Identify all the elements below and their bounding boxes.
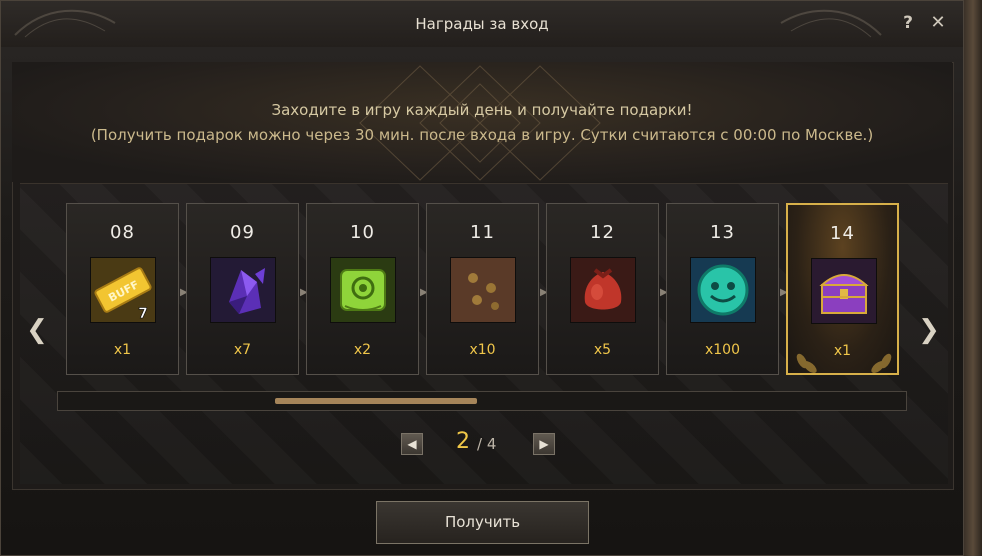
reward-quantity: x1	[113, 342, 132, 358]
teal-face-coin-icon	[690, 257, 756, 323]
reward-quantity: x2	[353, 342, 372, 358]
background-scenery	[964, 0, 982, 556]
reward-day-number: 10	[350, 222, 375, 243]
carousel-prev-arrow[interactable]: ❮	[26, 310, 48, 350]
purple-chest-icon	[811, 258, 877, 324]
reward-card-day-10[interactable]: 10 x2	[306, 203, 419, 375]
reward-day-number: 08	[110, 222, 135, 243]
carousel-next-arrow[interactable]: ❯	[918, 310, 940, 350]
help-button[interactable]: ?	[899, 13, 917, 33]
reward-card-day-13[interactable]: 13 x100	[666, 203, 779, 375]
reward-day-number: 13	[710, 222, 735, 243]
claim-button[interactable]: Получить	[376, 501, 589, 544]
daily-reward-message: Заходите в игру каждый день и получайте …	[271, 101, 693, 119]
purple-crystal-icon	[210, 257, 276, 323]
reward-quantity: x100	[704, 342, 740, 358]
seeds-icon	[450, 257, 516, 323]
total-pages: / 4	[477, 435, 497, 453]
reward-day-number: 11	[470, 222, 495, 243]
reward-day-number: 14	[830, 223, 855, 244]
close-button[interactable]: ✕	[929, 13, 947, 33]
current-page: 2	[456, 429, 470, 454]
reward-quantity: x7	[233, 342, 252, 358]
reward-card-day-11[interactable]: 11 x10	[426, 203, 539, 375]
reward-day-number: 09	[230, 222, 255, 243]
reward-card-day-14[interactable]: 14 x1	[786, 203, 899, 375]
green-scroll-icon	[330, 257, 396, 323]
rewards-scrollbar[interactable]	[57, 391, 907, 411]
reward-day-number: 12	[590, 222, 615, 243]
title-bar[interactable]: Награды за вход ? ✕	[1, 1, 963, 47]
buff-ticket-icon: BUFF 7	[90, 257, 156, 323]
diamond-pattern-decoration	[359, 65, 601, 181]
page-next-button[interactable]: ▶	[533, 433, 555, 455]
page-prev-button[interactable]: ◀	[401, 433, 423, 455]
reward-rules-note: (Получить подарок можно через 30 мин. по…	[90, 126, 874, 144]
red-pouch-icon	[570, 257, 636, 323]
scrollbar-thumb[interactable]	[275, 398, 477, 404]
svg-text:7: 7	[138, 306, 148, 322]
reward-card-day-09[interactable]: 09 x7	[186, 203, 299, 375]
reward-quantity: x1	[833, 343, 852, 359]
reward-card-day-12[interactable]: 12 x5	[546, 203, 659, 375]
reward-quantity: x10	[469, 342, 496, 358]
window-title: Награды за вход	[415, 15, 549, 33]
reward-quantity: x5	[593, 342, 612, 358]
reward-card-day-08[interactable]: 08 BUFF 7 x1	[66, 203, 179, 375]
